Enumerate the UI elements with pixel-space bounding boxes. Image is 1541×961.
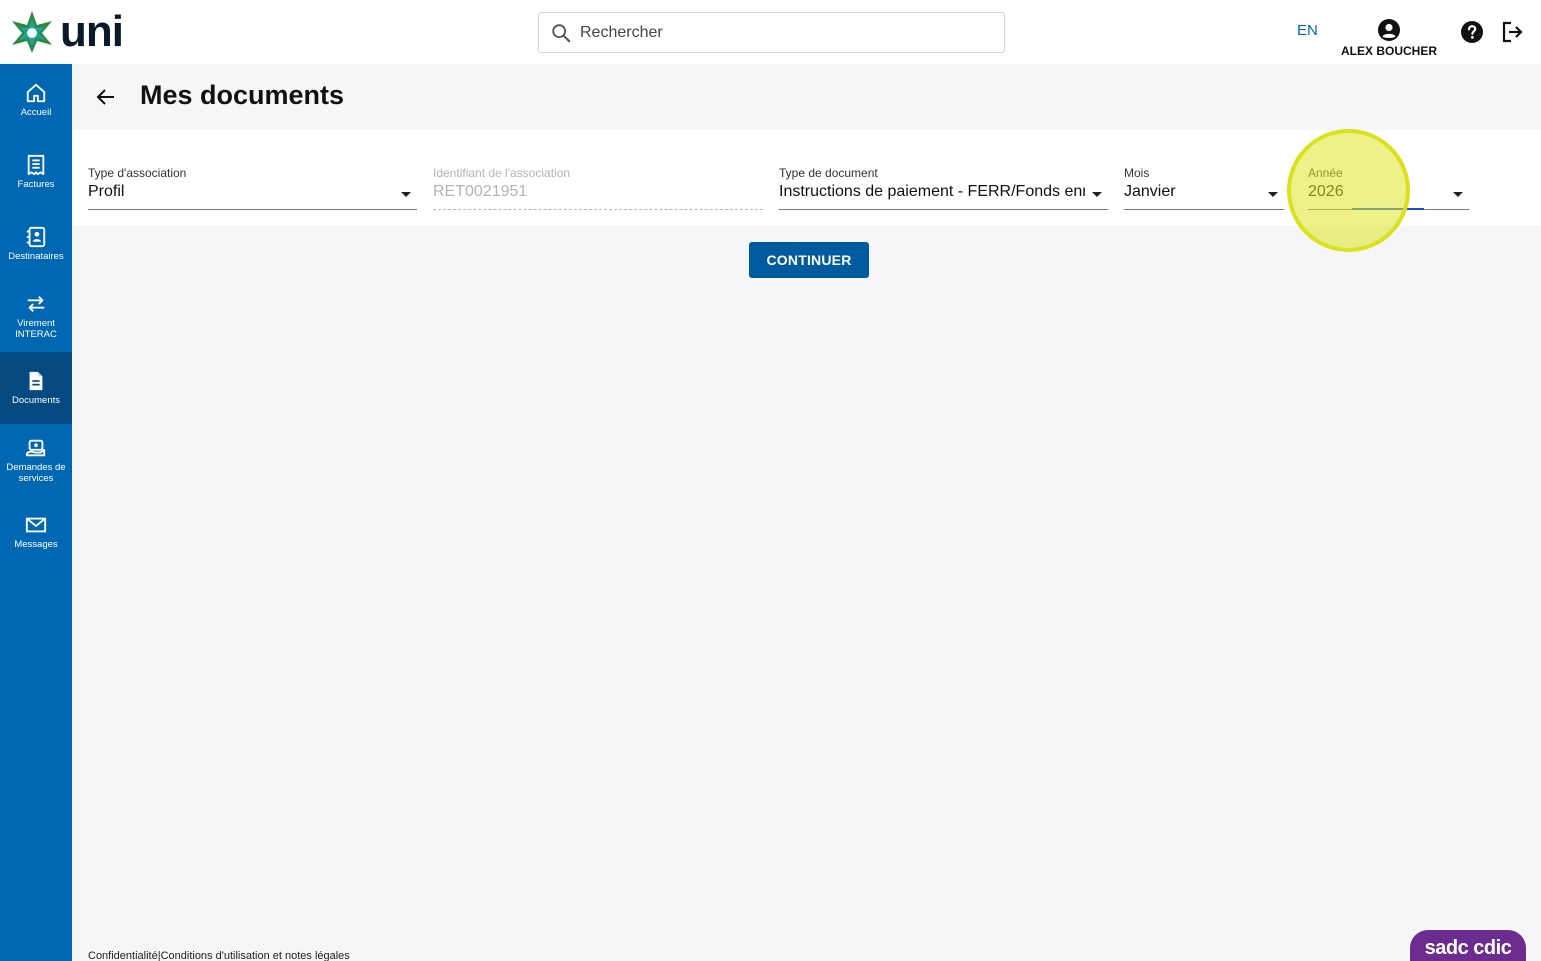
service-request-icon — [25, 439, 46, 456]
field-focus-underline — [1352, 208, 1424, 210]
page-header: Mes documents — [72, 64, 1541, 130]
field-label: Type de document — [779, 166, 878, 180]
dropdown-arrow-icon — [1453, 192, 1463, 197]
account-circle-icon — [1378, 19, 1400, 41]
terms-link[interactable]: Conditions d'utilisation et notes légale… — [161, 950, 350, 961]
star-logo-icon — [12, 11, 52, 53]
field-value: Instructions de paiement - FERR/Fonds en… — [779, 183, 1085, 200]
month-select[interactable]: Mois Janvier — [1124, 166, 1284, 210]
user-name: ALEX BOUCHER — [1340, 44, 1437, 58]
uni-logo[interactable]: uni — [8, 7, 124, 56]
logout-icon[interactable] — [1500, 20, 1524, 44]
sidebar-item-label: Messages — [14, 539, 58, 550]
dropdown-arrow-icon — [1092, 192, 1102, 197]
field-label: Type d'association — [88, 166, 187, 180]
field-underline — [433, 209, 763, 210]
receipt-icon — [27, 154, 45, 176]
field-value: RET0021951 — [433, 183, 528, 200]
sidebar-item-accueil[interactable]: Accueil — [0, 64, 72, 136]
top-bar: uni EN ALEX BOUCHER — [0, 0, 1541, 64]
association-id-field: Identifiant de l'association RET0021951 — [433, 166, 763, 210]
user-menu[interactable]: ALEX BOUCHER — [1340, 18, 1438, 58]
help-icon[interactable] — [1460, 20, 1484, 44]
language-toggle[interactable]: EN — [1297, 22, 1318, 39]
sidebar-item-label: Accueil — [20, 107, 52, 118]
footer: Confidentialité|Conditions d'utilisation… — [88, 950, 350, 961]
year-select[interactable]: Année 2026 — [1308, 166, 1469, 210]
sidebar-item-label: Documents — [11, 395, 61, 406]
dropdown-arrow-icon — [1268, 192, 1278, 197]
sidebar-item-destinataires[interactable]: Destinataires — [0, 208, 72, 280]
field-underline — [88, 209, 417, 210]
back-arrow-icon[interactable] — [94, 85, 118, 109]
sidebar-item-documents[interactable]: Documents — [0, 352, 72, 424]
document-icon — [29, 371, 43, 391]
envelope-icon — [25, 517, 47, 533]
search-input[interactable] — [580, 23, 980, 42]
field-value: Profil — [88, 183, 125, 200]
sidebar-item-virement-interac[interactable]: Virement INTERAC — [0, 280, 72, 352]
field-underline — [779, 209, 1108, 210]
contacts-icon — [26, 226, 46, 248]
document-type-select[interactable]: Type de document Instructions de paiemen… — [779, 166, 1108, 210]
association-type-select[interactable]: Type d'association Profil — [88, 166, 417, 210]
field-value: 2026 — [1308, 183, 1344, 200]
dropdown-arrow-icon — [401, 192, 411, 197]
field-underline — [1124, 209, 1284, 210]
continue-button[interactable]: CONTINUER — [749, 242, 869, 278]
field-label: Mois — [1124, 166, 1150, 180]
search-icon — [552, 23, 571, 42]
home-icon — [26, 83, 46, 103]
search-box[interactable] — [538, 12, 1005, 53]
field-label: Identifiant de l'association — [433, 166, 571, 180]
field-label: Année — [1308, 166, 1343, 180]
sidebar-item-messages[interactable]: Messages — [0, 496, 72, 568]
page-title: Mes documents — [140, 80, 345, 110]
privacy-link[interactable]: Confidentialité — [88, 950, 158, 961]
sidebar-item-demandes-de-services[interactable]: Demandes de services — [0, 424, 72, 496]
sidebar-item-label: Destinataires — [8, 251, 64, 262]
logo-text: uni — [60, 7, 124, 56]
sidebar-item-label: Virement INTERAC — [15, 317, 57, 340]
sidebar-nav: Accueil Factures Destinataires Virement … — [0, 64, 72, 961]
sidebar-item-label: Factures — [17, 179, 55, 190]
transfer-icon — [27, 295, 45, 312]
sidebar-item-factures[interactable]: Factures — [0, 136, 72, 208]
sidebar-item-label: Demandes de services — [6, 461, 66, 484]
sadc-cdic-badge[interactable]: sadc cdic — [1410, 930, 1526, 961]
field-value: Janvier — [1124, 183, 1176, 200]
document-filter-form: Type d'association Profil Identifiant de… — [72, 130, 1541, 226]
